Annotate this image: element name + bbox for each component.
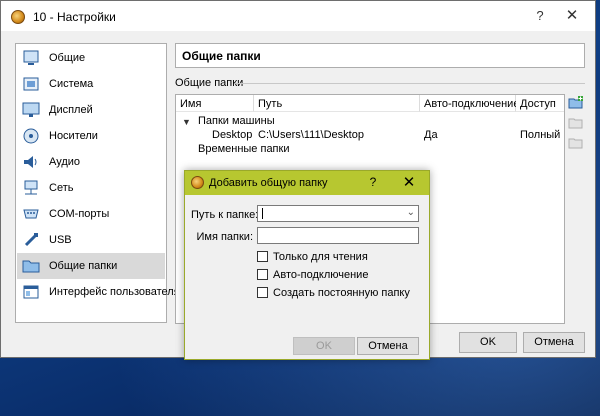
table-row-access: Полный bbox=[520, 129, 561, 141]
sidebar-item-audio[interactable]: Аудио bbox=[17, 149, 165, 175]
sidebar-item-com-ports[interactable]: COM-порты bbox=[17, 201, 165, 227]
virtualbox-app-icon bbox=[11, 10, 25, 24]
read-only-label[interactable]: Только для чтения bbox=[273, 251, 368, 263]
sidebar-item-user-interface[interactable]: Интерфейс пользователя bbox=[17, 279, 180, 305]
tree-group-temporary-folders[interactable]: Временные папки bbox=[198, 143, 289, 155]
add-shared-folder-dialog: Добавить общую папку ? ✕ Путь к папке: ⌄… bbox=[184, 170, 430, 360]
folder-name-input[interactable] bbox=[257, 227, 419, 244]
sidebar-item-label: Аудио bbox=[49, 156, 81, 168]
general-icon bbox=[23, 50, 39, 65]
ok-button[interactable]: OK bbox=[459, 332, 517, 353]
dialog-cancel-button[interactable]: Отмена bbox=[357, 337, 419, 355]
dialog-ok-button[interactable]: OK bbox=[293, 337, 355, 355]
group-divider bbox=[235, 83, 585, 84]
remove-folder-icon[interactable] bbox=[568, 135, 584, 151]
column-header-access[interactable]: Доступ bbox=[516, 95, 564, 112]
sidebar-item-label: COM-порты bbox=[49, 208, 110, 220]
page-title: Общие папки bbox=[182, 49, 261, 63]
column-header-auto-mount[interactable]: Авто-подключение bbox=[420, 95, 519, 112]
sidebar-item-storage[interactable]: Носители bbox=[17, 123, 165, 149]
display-icon bbox=[22, 102, 40, 117]
dialog-title: Добавить общую папку bbox=[209, 177, 328, 189]
auto-mount-checkbox[interactable] bbox=[257, 269, 268, 280]
folder-path-label: Путь к папке: bbox=[191, 209, 259, 221]
sidebar-item-shared-folders[interactable]: Общие папки bbox=[17, 253, 165, 279]
help-button[interactable]: ? bbox=[525, 6, 555, 26]
sidebar-item-label: Сеть bbox=[49, 182, 74, 194]
settings-sidebar: Общие Система Дисплей Носители Аудио Сет… bbox=[15, 43, 180, 323]
tree-group-machine-folders[interactable]: Папки машины bbox=[198, 115, 275, 127]
usb-icon bbox=[24, 233, 38, 247]
dialog-titlebar: Добавить общую папку ? ✕ bbox=[185, 171, 429, 195]
table-row-name[interactable]: Desktop bbox=[212, 129, 252, 141]
sidebar-item-label: Общие папки bbox=[49, 260, 118, 272]
text-caret bbox=[262, 208, 263, 219]
sidebar-item-usb[interactable]: USB bbox=[17, 227, 165, 253]
make-permanent-label[interactable]: Создать постоянную папку bbox=[273, 287, 410, 299]
folder-path-combobox[interactable]: ⌄ bbox=[257, 205, 419, 222]
sidebar-item-display[interactable]: Дисплей bbox=[17, 97, 165, 123]
dialog-help-button[interactable]: ? bbox=[365, 175, 381, 189]
storage-icon bbox=[23, 128, 39, 144]
column-header-path[interactable]: Путь bbox=[254, 95, 420, 112]
sidebar-item-label: Система bbox=[49, 78, 94, 90]
make-permanent-checkbox[interactable] bbox=[257, 287, 268, 298]
chevron-down-icon[interactable]: ⌄ bbox=[407, 207, 415, 218]
sidebar-item-label: Общие bbox=[49, 52, 86, 64]
folder-name-label: Имя папки: bbox=[196, 231, 253, 243]
cancel-button[interactable]: Отмена bbox=[523, 332, 585, 353]
read-only-checkbox[interactable] bbox=[257, 251, 268, 262]
column-header-name[interactable]: Имя bbox=[176, 95, 254, 112]
table-row-path: C:\Users\111\Desktop bbox=[258, 129, 364, 141]
system-icon bbox=[23, 77, 39, 91]
window-titlebar: 10 - Настройки ? ✕ bbox=[1, 1, 595, 31]
edit-folder-icon[interactable] bbox=[568, 115, 584, 131]
user-interface-icon bbox=[23, 285, 39, 299]
table-row-auto-mount: Да bbox=[424, 129, 438, 141]
serial-port-icon bbox=[23, 209, 39, 219]
close-button[interactable]: ✕ bbox=[557, 6, 587, 26]
sidebar-item-general[interactable]: Общие bbox=[17, 45, 165, 71]
network-icon bbox=[24, 180, 38, 195]
expand-arrow-icon[interactable]: ▼ bbox=[182, 117, 191, 127]
audio-icon bbox=[24, 156, 37, 168]
add-folder-icon[interactable] bbox=[568, 95, 584, 111]
sidebar-item-system[interactable]: Система bbox=[17, 71, 165, 97]
sidebar-item-label: USB bbox=[49, 234, 72, 246]
sidebar-item-network[interactable]: Сеть bbox=[17, 175, 165, 201]
sidebar-item-label: Носители bbox=[49, 130, 98, 142]
sidebar-item-label: Интерфейс пользователя bbox=[49, 286, 180, 298]
virtualbox-app-icon bbox=[191, 176, 204, 189]
window-title: 10 - Настройки bbox=[33, 10, 116, 24]
page-heading-box: Общие папки bbox=[175, 43, 585, 68]
dialog-close-button[interactable]: ✕ bbox=[401, 173, 417, 191]
folder-icon bbox=[22, 260, 40, 273]
group-label: Общие папки bbox=[175, 77, 244, 89]
sidebar-item-label: Дисплей bbox=[49, 104, 93, 116]
auto-mount-label[interactable]: Авто-подключение bbox=[273, 269, 368, 281]
